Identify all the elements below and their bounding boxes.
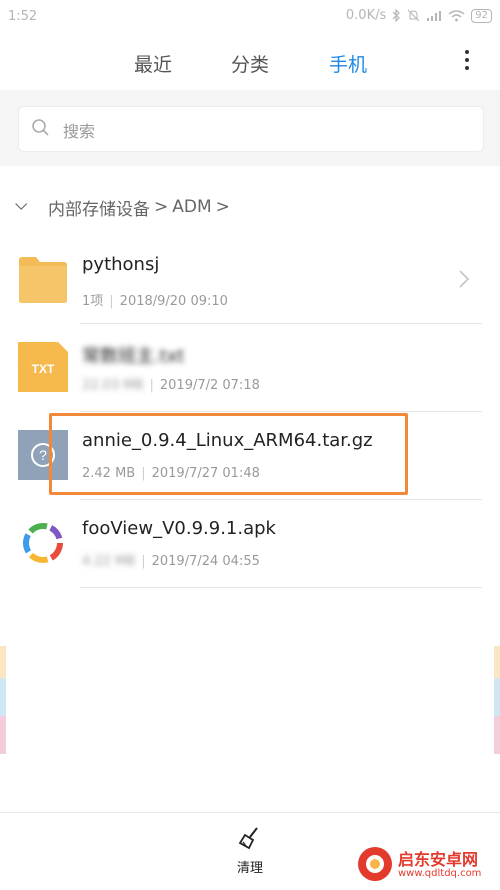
- breadcrumb-trailing-separator: >: [215, 197, 230, 217]
- status-icons: 0.0K/s 92: [346, 8, 492, 23]
- tab-recent[interactable]: 最近: [134, 50, 172, 77]
- folder-icon: [19, 257, 67, 303]
- search-placeholder: 搜索: [63, 122, 96, 141]
- file-date: 2018/9/20 09:10: [119, 294, 228, 309]
- mute-bell-icon: [407, 9, 420, 22]
- bluetooth-icon: [392, 9, 401, 22]
- highlight-annotation: [49, 413, 408, 495]
- breadcrumb-root[interactable]: 内部存储设备: [48, 195, 150, 220]
- file-meta: 4.22 MB | 2019/7/24 04:55: [82, 554, 260, 569]
- search-input[interactable]: 搜索: [18, 106, 484, 152]
- status-bar: 1:52 0.0K/s 92: [0, 0, 500, 34]
- svg-text:?: ?: [39, 447, 47, 463]
- txt-file-icon: TXT: [18, 342, 68, 392]
- file-meta: 22.03 MB | 2019/7/2 07:18: [82, 378, 260, 393]
- broom-icon: [238, 827, 258, 850]
- list-item[interactable]: TXT 常数班主.txt 22.03 MB | 2019/7/2 07:18: [0, 324, 500, 412]
- edge-strip-right: [494, 646, 500, 754]
- watermark-url: www.qdltdq.com: [398, 868, 482, 879]
- watermark-logo-icon: [358, 847, 392, 881]
- divider: [80, 587, 482, 588]
- battery-indicator: 92: [471, 8, 492, 23]
- network-speed: 0.0K/s: [345, 8, 387, 23]
- file-name: 常数班主.txt: [82, 346, 185, 367]
- clean-button[interactable]: 清理: [224, 825, 276, 881]
- status-time: 1:52: [8, 9, 38, 24]
- search-area: 搜索: [0, 90, 500, 166]
- tab-categories[interactable]: 分类: [231, 50, 269, 77]
- list-item[interactable]: fooView_V0.9.9.1.apk 4.22 MB | 2019/7/24 0…: [0, 500, 500, 588]
- wifi-icon: [448, 9, 465, 21]
- file-name: fooView_V0.9.9.1.apk: [82, 518, 276, 539]
- clean-label: 清理: [236, 861, 263, 876]
- tab-phone[interactable]: 手机: [329, 50, 367, 77]
- more-options-icon[interactable]: [464, 50, 470, 76]
- watermark-title: 启东安卓网: [398, 850, 479, 869]
- file-size: 4.22 MB: [82, 554, 136, 569]
- breadcrumb: 内部存储设备 > ADM >: [10, 190, 230, 224]
- bottom-bar: 清理 启东安卓网 www.qdltdq.com: [0, 812, 500, 890]
- apk-app-icon: [23, 523, 63, 563]
- signal-icon: [427, 10, 442, 21]
- tab-bar: 最近 分类 手机: [0, 40, 500, 86]
- txt-icon-label: TXT: [32, 362, 55, 376]
- search-icon: [32, 119, 49, 136]
- file-date: 2019/7/24 04:55: [151, 554, 260, 569]
- chevron-down-icon[interactable]: [10, 200, 34, 214]
- breadcrumb-current[interactable]: ADM: [172, 197, 211, 217]
- watermark: 启东安卓网 www.qdltdq.com: [354, 842, 494, 886]
- edge-strip-left: [0, 646, 6, 754]
- chevron-right-icon: [459, 270, 470, 288]
- breadcrumb-separator: >: [154, 197, 169, 217]
- file-size: 1项: [82, 294, 104, 309]
- file-name: pythonsj: [82, 254, 160, 275]
- file-size: 22.03 MB: [82, 378, 144, 393]
- file-meta: 1项 | 2018/9/20 09:10: [82, 294, 228, 309]
- list-item[interactable]: pythonsj 1项 | 2018/9/20 09:10: [0, 236, 500, 324]
- file-date: 2019/7/2 07:18: [159, 378, 260, 393]
